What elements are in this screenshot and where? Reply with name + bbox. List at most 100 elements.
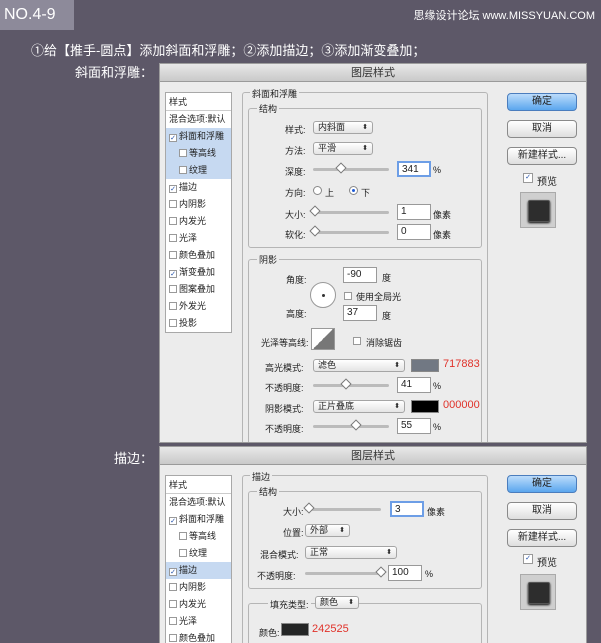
style-list-item-pattern-overlay[interactable]: 图案叠加 <box>166 281 231 298</box>
antialias-checkbox[interactable] <box>353 337 361 345</box>
cancel-button[interactable]: 取消 <box>507 120 577 138</box>
gloss-contour-picker[interactable] <box>311 328 335 350</box>
bevel-style-select[interactable]: 内斜面 ⬍ <box>313 121 373 134</box>
stroke-panel-title: 描边 <box>250 470 273 483</box>
preview-label: 预览 <box>537 558 557 569</box>
checkbox-checked-icon[interactable]: ✓ <box>169 568 177 576</box>
style-list-item-color-overlay[interactable]: 颜色叠加 <box>166 630 231 643</box>
altitude-input[interactable]: 37 <box>343 305 377 321</box>
checkbox-icon[interactable] <box>169 217 177 225</box>
highlight-opacity-slider[interactable] <box>313 378 389 390</box>
ok-button[interactable]: 确定 <box>507 93 577 111</box>
blend-mode-select[interactable]: 正常 ⬍ <box>305 546 397 559</box>
checkbox-icon[interactable] <box>169 285 177 293</box>
style-list-item-inner-glow[interactable]: 内发光 <box>166 596 231 613</box>
stroke-opacity-input[interactable]: 100 <box>388 565 422 581</box>
style-list-item-blending[interactable]: 混合选项:默认 <box>166 494 231 511</box>
depth-slider[interactable] <box>313 162 389 174</box>
direction-down-label: 下 <box>361 188 371 198</box>
checkbox-icon[interactable] <box>179 532 187 540</box>
direction-up-radio[interactable] <box>313 186 322 195</box>
style-list-item-texture[interactable]: 纹理 <box>166 545 231 562</box>
size-slider[interactable] <box>309 205 389 217</box>
checkbox-checked-icon[interactable]: ✓ <box>169 517 177 525</box>
style-list-item-stroke[interactable]: ✓ 描边 <box>166 179 231 196</box>
style-list-item-drop-shadow[interactable]: 投影 <box>166 315 231 332</box>
method-label: 方法: <box>285 146 306 156</box>
fill-type-select[interactable]: 颜色 ⬍ <box>315 596 359 609</box>
stroke-opacity-slider[interactable] <box>305 566 387 578</box>
checkbox-icon[interactable] <box>169 251 177 259</box>
style-list-item-texture[interactable]: 纹理 <box>166 162 231 179</box>
style-list-item-inner-shadow[interactable]: 内阴影 <box>166 196 231 213</box>
style-list-item-bevel[interactable]: ✓ 斜面和浮雕 <box>166 511 231 528</box>
stroke-color-swatch[interactable] <box>281 623 309 636</box>
style-list-item-bevel[interactable]: ✓ 斜面和浮雕 <box>166 128 231 145</box>
checkbox-checked-icon[interactable]: ✓ <box>169 185 177 193</box>
new-style-button[interactable]: 新建样式... <box>507 147 577 165</box>
style-list-item-satin[interactable]: 光泽 <box>166 230 231 247</box>
checkbox-icon[interactable] <box>179 549 187 557</box>
checkbox-icon[interactable] <box>169 617 177 625</box>
checkbox-icon[interactable] <box>179 149 187 157</box>
stroke-size-input[interactable]: 3 <box>390 501 424 517</box>
stroke-position-select[interactable]: 外部 ⬍ <box>305 524 350 537</box>
checkbox-checked-icon[interactable]: ✓ <box>169 270 177 278</box>
global-light-checkbox[interactable] <box>344 292 352 300</box>
cancel-button[interactable]: 取消 <box>507 502 577 520</box>
checkbox-checked-icon[interactable]: ✓ <box>169 134 177 142</box>
preview-checkbox[interactable]: ✓ <box>523 554 533 564</box>
shadow-color-swatch[interactable] <box>411 400 439 413</box>
stroke-size-slider[interactable] <box>303 502 381 514</box>
step-badge: NO.4-9 <box>0 0 74 30</box>
style-list-item-color-overlay[interactable]: 颜色叠加 <box>166 247 231 264</box>
style-preview-thumbnail <box>520 192 556 228</box>
stroke-size-label: 大小: <box>283 507 304 517</box>
depth-input[interactable]: 341 <box>397 161 431 177</box>
style-list-header[interactable]: 样式 <box>166 476 231 494</box>
shadow-opacity-input[interactable]: 55 <box>397 418 431 434</box>
ok-button[interactable]: 确定 <box>507 475 577 493</box>
checkbox-icon[interactable] <box>169 200 177 208</box>
highlight-color-swatch[interactable] <box>411 359 439 372</box>
style-list-item-blending[interactable]: 混合选项:默认 <box>166 111 231 128</box>
altitude-unit: 度 <box>382 311 392 321</box>
angle-dial[interactable] <box>310 282 336 308</box>
style-list-header[interactable]: 样式 <box>166 93 231 111</box>
style-list-item-gradient-overlay[interactable]: ✓ 渐变叠加 <box>166 264 231 281</box>
bevel-section-label: 斜面和浮雕： <box>75 65 154 80</box>
style-list-item-contour[interactable]: 等高线 <box>166 145 231 162</box>
chevron-updown-icon: ⬍ <box>394 362 400 369</box>
shadow-opacity-slider[interactable] <box>313 419 389 431</box>
bevel-method-select[interactable]: 平滑 ⬍ <box>313 142 373 155</box>
shading-panel <box>248 259 482 442</box>
checkbox-icon[interactable] <box>169 234 177 242</box>
shadow-mode-select[interactable]: 正片叠底 ⬍ <box>313 400 405 413</box>
preview-checkbox[interactable]: ✓ <box>523 173 533 183</box>
checkbox-icon[interactable] <box>169 583 177 591</box>
angle-input[interactable]: -90 <box>343 267 377 283</box>
style-list-item-stroke[interactable]: ✓ 描边 <box>166 562 231 579</box>
bevel-panel-title: 斜面和浮雕 <box>250 87 300 100</box>
checkbox-icon[interactable] <box>169 302 177 310</box>
antialias-label: 消除锯齿 <box>366 338 403 348</box>
direction-down-radio[interactable] <box>349 186 358 195</box>
new-style-button[interactable]: 新建样式... <box>507 529 577 547</box>
checkbox-icon[interactable] <box>169 600 177 608</box>
layer-style-dialog-stroke: 图层样式 样式 混合选项:默认 ✓ 斜面和浮雕 等高线 纹理 ✓ 描边 内阴影 内发… <box>159 446 587 643</box>
style-list-item-satin[interactable]: 光泽 <box>166 613 231 630</box>
size-input[interactable]: 1 <box>397 204 431 220</box>
style-list-item-inner-shadow[interactable]: 内阴影 <box>166 579 231 596</box>
chevron-updown-icon: ⬍ <box>362 145 368 152</box>
highlight-mode-select[interactable]: 滤色 ⬍ <box>313 359 405 372</box>
checkbox-icon[interactable] <box>169 634 177 642</box>
stroke-opacity-label: 不透明度: <box>257 571 296 581</box>
checkbox-icon[interactable] <box>179 166 187 174</box>
highlight-opacity-input[interactable]: 41 <box>397 377 431 393</box>
checkbox-icon[interactable] <box>169 319 177 327</box>
soften-input[interactable]: 0 <box>397 224 431 240</box>
style-list-item-outer-glow[interactable]: 外发光 <box>166 298 231 315</box>
style-list-item-contour[interactable]: 等高线 <box>166 528 231 545</box>
style-list-item-inner-glow[interactable]: 内发光 <box>166 213 231 230</box>
soften-slider[interactable] <box>309 225 389 237</box>
